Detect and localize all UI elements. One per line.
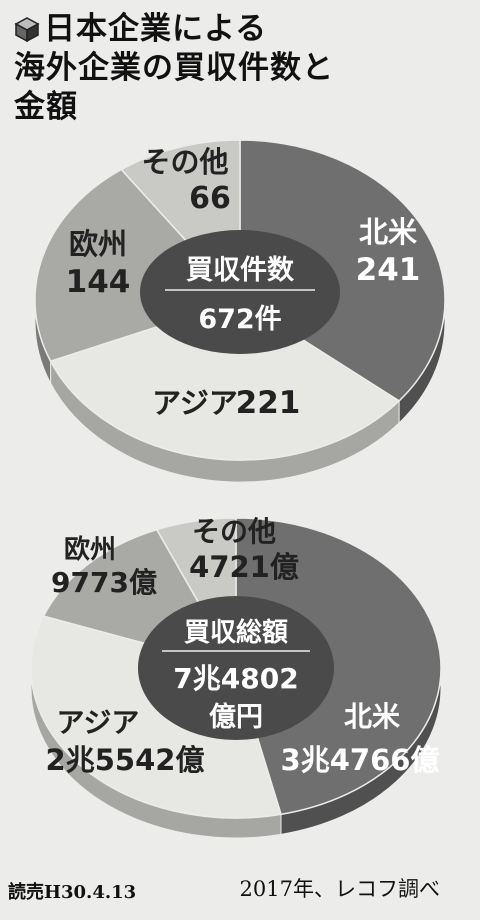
source-newspaper: 読売H30.4.13 [8, 882, 137, 903]
label-count-namerica-value: 241 [356, 252, 421, 288]
pie-amount-center-label: 買収総額 [184, 617, 288, 648]
label-amount-other-name: その他 [192, 515, 276, 548]
pie-count-center [140, 230, 340, 354]
pie-amount-center-value-1: 7兆4802 [173, 662, 298, 695]
label-count-namerica-name: 北米 [359, 215, 417, 249]
label-count-asia-name: アジア [152, 386, 238, 420]
label-amount-other-value: 4721億 [189, 550, 299, 584]
pie-chart-count: 買収件数 672件 その他 66 欧州 144 北米 241 アジア 221 [34, 139, 446, 483]
pie-count-center-label: 買収件数 [186, 255, 295, 286]
label-amount-asia-name: アジア [57, 706, 140, 739]
label-amount-namerica-value: 3兆4766億 [281, 743, 440, 777]
label-count-asia-value: 221 [236, 385, 301, 421]
label-amount-europe-value: 9773億 [51, 566, 157, 599]
source-note: 2017年、レコフ調べ [239, 877, 440, 901]
label-count-other-value: 66 [189, 181, 231, 216]
label-amount-namerica-name: 北米 [344, 700, 400, 733]
pie-chart-amount: 買収総額 7兆4802 億円 その他 4721億 欧州 9773億 アジア 2兆… [30, 515, 442, 839]
pie-count-center-value: 672件 [198, 304, 281, 335]
label-amount-europe-name: 欧州 [64, 534, 116, 565]
label-count-europe-value: 144 [66, 264, 131, 300]
label-amount-asia-value: 2兆5542億 [46, 743, 205, 777]
pie-amount-center-value-2: 億円 [209, 702, 263, 733]
label-count-other-name: その他 [141, 145, 228, 179]
label-count-europe-name: 欧州 [69, 227, 127, 261]
pie-charts: 買収件数 672件 その他 66 欧州 144 北米 241 アジア 221 買… [30, 139, 446, 839]
